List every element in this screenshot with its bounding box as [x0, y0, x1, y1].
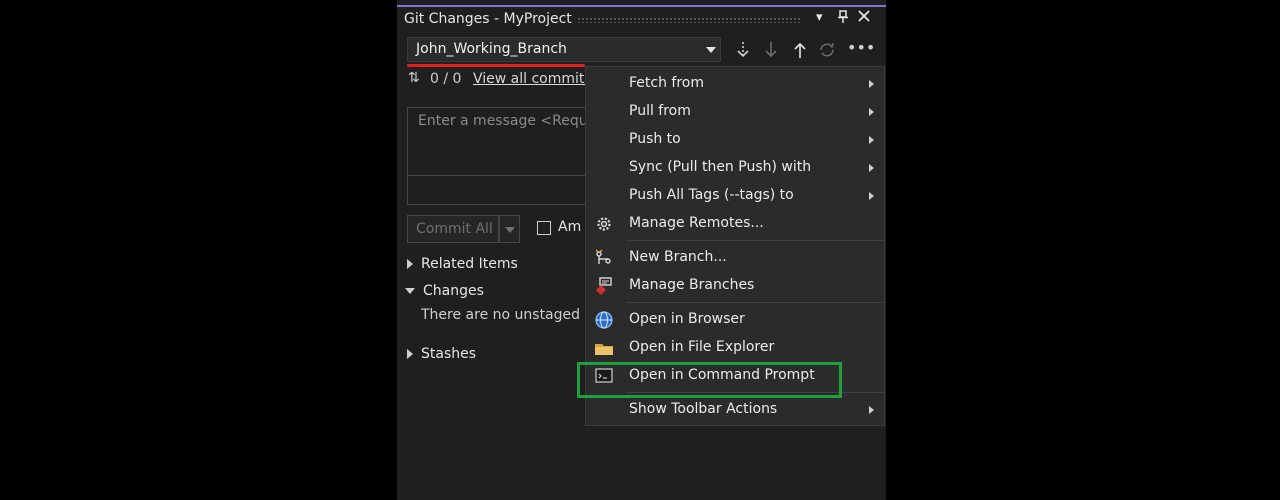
close-icon[interactable]: [858, 10, 870, 26]
menu-item-new-branch[interactable]: New Branch...: [586, 244, 884, 272]
commit-counts: 0 / 0: [430, 71, 462, 87]
stashes-section[interactable]: Stashes: [407, 346, 476, 362]
menu-item-label: Pull from: [629, 103, 691, 119]
fetch-icon[interactable]: [736, 41, 750, 63]
menu-item-label: Manage Branches: [629, 277, 755, 293]
commit-options-dropdown[interactable]: [499, 215, 520, 243]
manage-branches-icon: [594, 276, 614, 296]
no-changes-text: There are no unstaged ch: [421, 307, 602, 323]
panel-title: Git Changes - MyProject: [404, 11, 572, 27]
menu-separator: [626, 240, 884, 241]
expand-arrow-icon: [407, 259, 413, 269]
view-all-commits-link[interactable]: View all commits: [473, 71, 592, 87]
pull-icon[interactable]: [764, 41, 778, 63]
submenu-arrow-icon: [869, 136, 874, 144]
commit-message-input[interactable]: Enter a message <Requir: [407, 107, 607, 205]
title-drag-grip[interactable]: [577, 17, 802, 23]
related-items-label: Related Items: [421, 256, 518, 272]
menu-item-manage-remotes[interactable]: Manage Remotes...: [586, 210, 884, 238]
menu-item-label: Push to: [629, 131, 681, 147]
collapse-arrow-icon: [405, 288, 415, 294]
submenu-arrow-icon: [869, 164, 874, 172]
branch-underline-annotation: [407, 64, 585, 67]
new-branch-icon: [594, 248, 614, 268]
panel-accent-bar: [397, 5, 886, 7]
commit-all-label: Commit All: [416, 221, 493, 237]
submenu-arrow-icon: [869, 80, 874, 88]
menu-item-fetch-from[interactable]: Fetch from: [586, 70, 884, 98]
menu-item-label: Open in Browser: [629, 311, 745, 327]
amend-checkbox[interactable]: [537, 221, 551, 235]
menu-item-label: Show Toolbar Actions: [629, 401, 778, 417]
menu-item-push-all-tags[interactable]: Push All Tags (--tags) to: [586, 182, 884, 210]
expand-arrow-icon: [407, 349, 413, 359]
menu-item-open-in-file-explorer[interactable]: Open in File Explorer: [586, 334, 884, 362]
pin-icon[interactable]: [837, 10, 849, 28]
commit-all-button[interactable]: Commit All: [407, 215, 499, 243]
incoming-outgoing-icon: ⇅: [408, 70, 420, 86]
menu-item-sync-with[interactable]: Sync (Pull then Push) with: [586, 154, 884, 182]
chevron-down-icon: [706, 47, 716, 53]
menu-item-open-in-browser[interactable]: Open in Browser: [586, 306, 884, 334]
changes-section[interactable]: Changes: [405, 283, 484, 299]
menu-item-label: Manage Remotes...: [629, 215, 764, 231]
stashes-label: Stashes: [421, 346, 477, 362]
message-divider: [408, 175, 606, 176]
menu-item-label: Push All Tags (--tags) to: [629, 187, 794, 203]
menu-item-label: Sync (Pull then Push) with: [629, 159, 812, 175]
menu-item-push-to[interactable]: Push to: [586, 126, 884, 154]
menu-item-label: Fetch from: [629, 75, 704, 91]
window-position-dropdown-icon[interactable]: ▾: [816, 10, 823, 25]
amend-label: Am: [558, 219, 582, 235]
menu-item-manage-branches[interactable]: Manage Branches: [586, 272, 884, 300]
submenu-arrow-icon: [869, 108, 874, 116]
folder-icon: [594, 338, 614, 358]
branch-selector[interactable]: John_Working_Branch: [407, 37, 721, 62]
more-actions-icon[interactable]: •••: [847, 38, 875, 57]
gear-icon: [594, 214, 614, 234]
menu-item-label: Open in File Explorer: [629, 339, 775, 355]
submenu-arrow-icon: [869, 192, 874, 200]
commit-message-placeholder: Enter a message <Requir: [418, 113, 598, 129]
command-prompt-highlight-annotation: [577, 362, 842, 398]
menu-item-show-toolbar-actions[interactable]: Show Toolbar Actions: [586, 396, 884, 424]
sync-icon[interactable]: [818, 41, 836, 63]
globe-icon: [594, 310, 614, 330]
push-icon[interactable]: [793, 41, 807, 63]
menu-item-label: New Branch...: [629, 249, 727, 265]
menu-item-pull-from[interactable]: Pull from: [586, 98, 884, 126]
branch-name: John_Working_Branch: [416, 41, 567, 57]
changes-label: Changes: [423, 283, 484, 299]
related-items-section[interactable]: Related Items: [407, 256, 518, 272]
submenu-arrow-icon: [869, 406, 874, 414]
menu-separator: [626, 302, 884, 303]
